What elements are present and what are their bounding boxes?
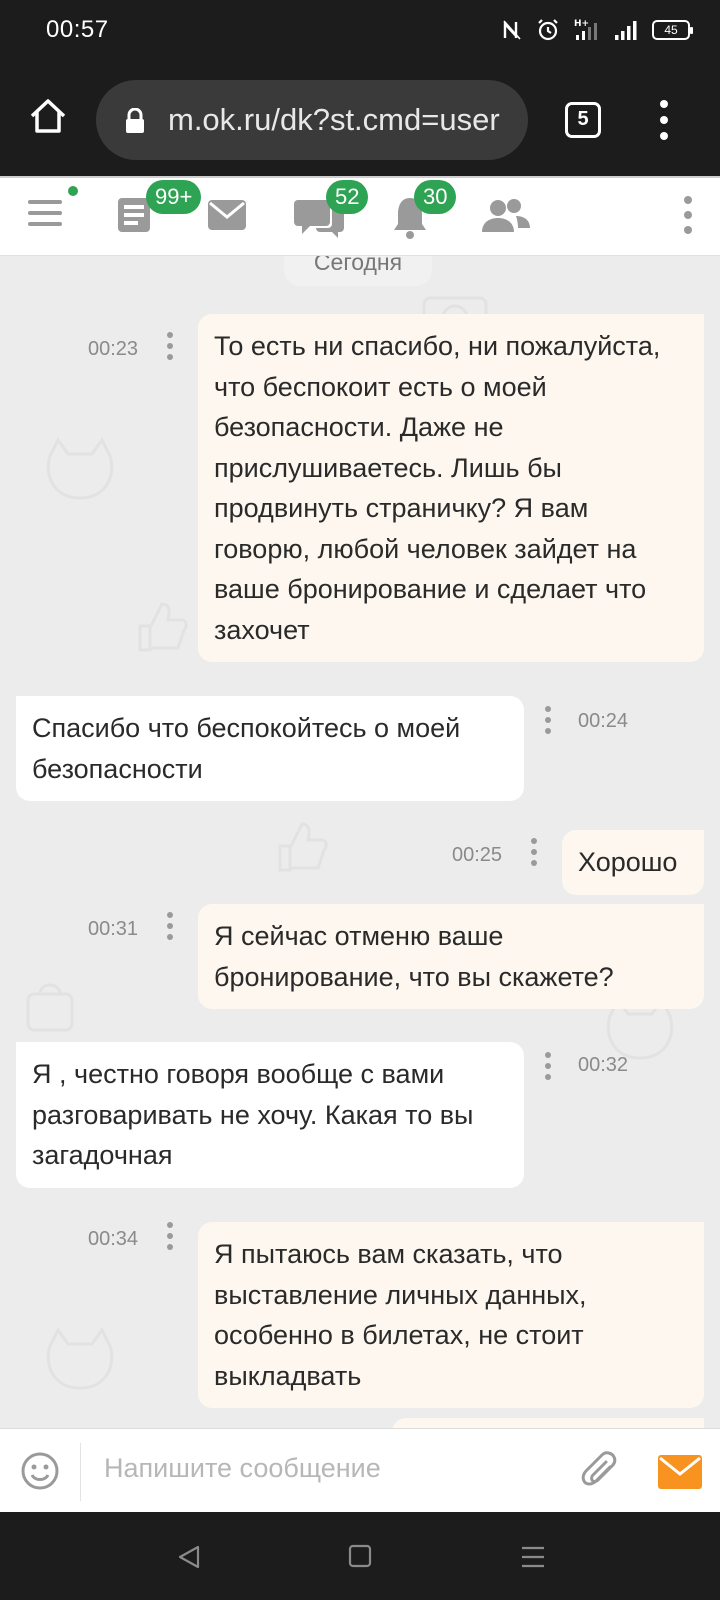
outgoing-message-partial — [392, 1418, 704, 1428]
alarm-icon — [538, 19, 558, 41]
url-text: m.ok.ru/dk?st.cmd=user — [168, 102, 500, 137]
chat-area[interactable]: Сегодня 00:23 То есть ни спасибо, ни пож… — [0, 256, 720, 1428]
message-time: 00:23 — [88, 338, 139, 360]
status-icons: H+ 45 — [502, 18, 693, 42]
header-more-button[interactable] — [680, 178, 696, 258]
back-icon[interactable] — [176, 1544, 202, 1570]
svg-text:H+: H+ — [574, 19, 589, 29]
battery-icon: 45 — [652, 20, 693, 40]
message-menu-icon[interactable] — [544, 1052, 552, 1082]
message-input[interactable]: Напишите сообщение — [104, 1453, 381, 1484]
home-icon[interactable] — [28, 96, 68, 136]
message-menu-icon[interactable] — [166, 332, 174, 362]
incoming-message[interactable]: Спасибо что беспокойтесь о моей безопасн… — [16, 696, 524, 801]
outgoing-message[interactable]: Я сейчас отменю ваше бронирование, что в… — [198, 904, 704, 1009]
message-time: 00:32 — [578, 1054, 629, 1076]
feed-button[interactable]: 99+ — [116, 178, 202, 258]
message-menu-icon[interactable] — [166, 1222, 174, 1252]
message-time: 00:34 — [88, 1228, 139, 1250]
browser-toolbar: m.ok.ru/dk?st.cmd=user 5 — [0, 64, 720, 176]
lock-icon — [126, 108, 144, 133]
message-menu-icon[interactable] — [544, 706, 552, 736]
emoji-icon[interactable] — [20, 1451, 60, 1491]
hamburger-icon — [28, 200, 62, 226]
home-nav-icon[interactable] — [348, 1544, 372, 1568]
outgoing-message[interactable]: То есть ни спасибо, ни пожалуйста, что б… — [198, 314, 704, 662]
message-menu-icon[interactable] — [166, 912, 174, 942]
browser-menu-icon[interactable] — [652, 98, 676, 142]
mail-icon — [208, 200, 246, 230]
messages-button[interactable] — [206, 178, 252, 258]
doodle-cat-icon — [46, 1327, 114, 1390]
notifications-badge: 30 — [414, 180, 457, 214]
hamburger-menu-button[interactable] — [26, 178, 80, 258]
outgoing-message[interactable]: Я пытаюсь вам сказать, что выставление л… — [198, 1222, 704, 1408]
message-time: 00:25 — [452, 844, 503, 866]
outgoing-message[interactable]: Хорошо — [562, 830, 704, 895]
message-composer: Напишите сообщение — [0, 1428, 720, 1512]
system-nav-bar — [0, 1512, 720, 1600]
feed-badge: 99+ — [146, 180, 202, 214]
attach-icon[interactable] — [580, 1449, 620, 1493]
doodle-bag-icon — [26, 983, 74, 1032]
more-vertical-icon — [684, 196, 692, 234]
online-dot — [66, 184, 80, 198]
message-time: 00:31 — [88, 918, 139, 940]
doodle-thumb-icon — [278, 822, 328, 872]
friends-icon — [482, 199, 530, 232]
date-separator: Сегодня — [284, 256, 432, 286]
message-time: 00:24 — [578, 710, 629, 732]
status-time: 00:57 — [46, 16, 109, 43]
doodle-thumb-icon — [138, 602, 188, 652]
signal-icon — [615, 21, 637, 40]
status-bar: 00:57 H+ 45 — [0, 0, 720, 64]
recents-menu-icon[interactable] — [520, 1544, 546, 1570]
address-bar[interactable]: m.ok.ru/dk?st.cmd=user — [96, 80, 528, 160]
doodle-cat-icon — [46, 437, 114, 500]
incoming-message[interactable]: Я , честно говоря вообще с вами разговар… — [16, 1042, 524, 1188]
tabs-button[interactable]: 5 — [565, 102, 601, 138]
friends-button[interactable] — [480, 178, 532, 258]
notifications-button[interactable]: 30 — [392, 178, 457, 258]
message-menu-icon[interactable] — [530, 838, 538, 868]
discussions-button[interactable]: 52 — [294, 178, 369, 258]
signal-hplus-icon: H+ — [574, 19, 597, 40]
discussions-badge: 52 — [326, 180, 369, 214]
nfc-icon — [503, 20, 521, 40]
composer-divider — [80, 1443, 81, 1501]
send-icon[interactable] — [658, 1455, 702, 1489]
app-header: 99+ 52 30 — [0, 176, 720, 256]
